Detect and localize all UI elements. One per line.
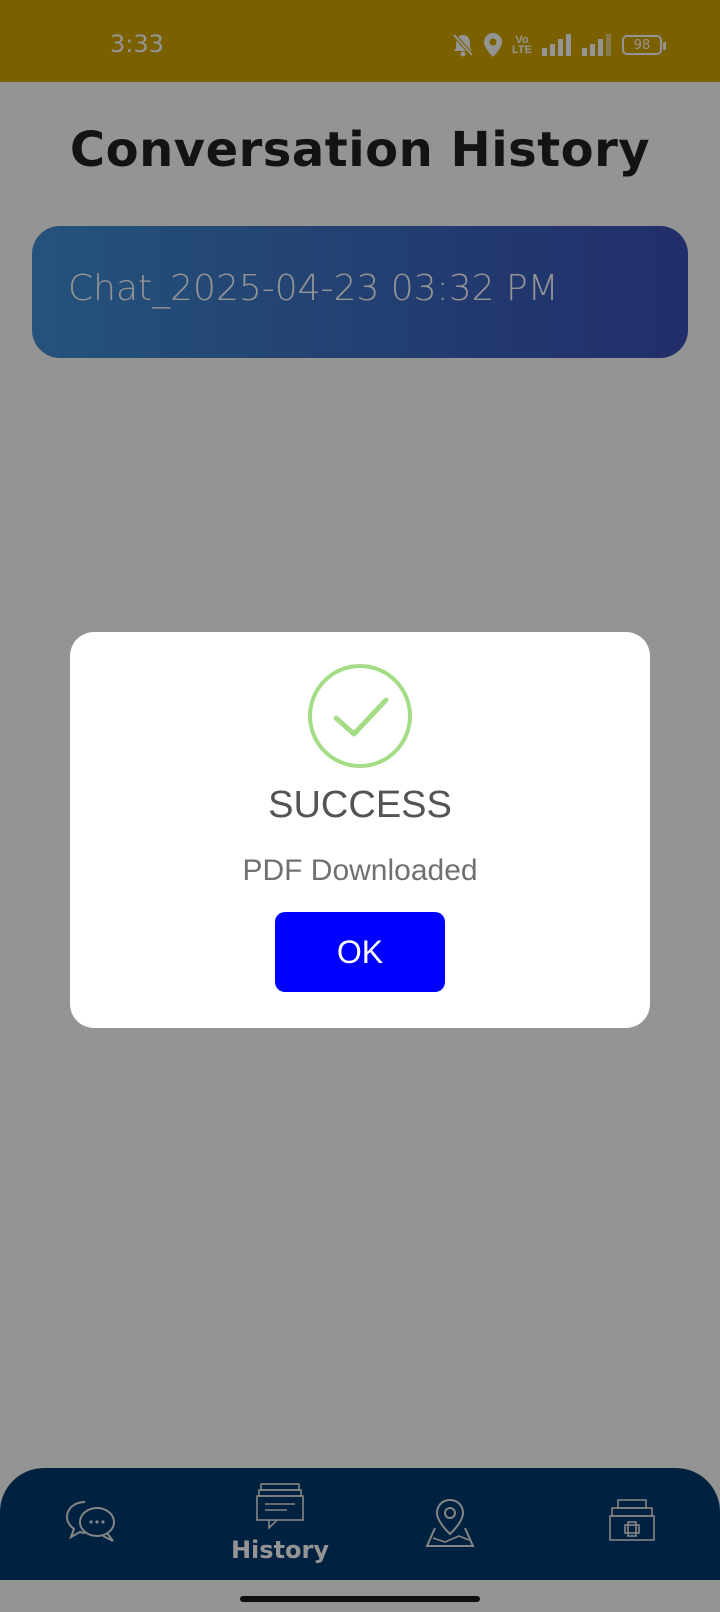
ok-button[interactable]: OK bbox=[275, 912, 445, 992]
dialog-title: SUCCESS bbox=[268, 784, 452, 826]
success-dialog: SUCCESS PDF Downloaded OK bbox=[70, 632, 650, 1028]
success-check-icon bbox=[308, 664, 412, 768]
dialog-message: PDF Downloaded bbox=[242, 854, 478, 887]
